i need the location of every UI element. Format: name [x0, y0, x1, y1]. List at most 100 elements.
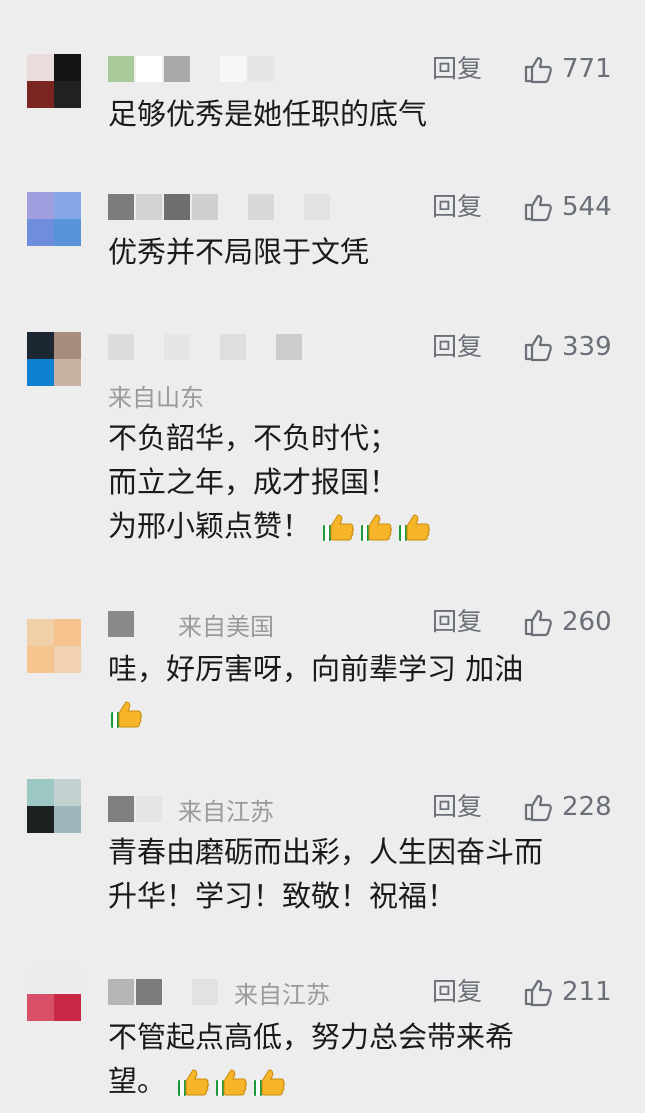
avatar-tile: [54, 332, 81, 359]
comment-text: 优秀并不局限于文凭: [108, 230, 613, 274]
username-blur-tile: [220, 334, 246, 360]
comment-text: 不负韶华，不负时代； 而立之年，成才报国！ 为邢小颖点赞！: [108, 416, 613, 548]
username-blur-tile: [164, 334, 190, 360]
username-blur-tile: [164, 979, 190, 1005]
avatar[interactable]: [27, 332, 81, 386]
thumbs-up-icon: [522, 976, 562, 1008]
thumbs-up-emoji: [396, 510, 432, 546]
thumbs-up-emoji: [320, 510, 356, 546]
username-blur-tile: [276, 194, 302, 220]
avatar-tile: [27, 619, 54, 646]
location-label: 来自美国: [178, 612, 274, 641]
username-blur-tile: [192, 979, 218, 1005]
avatar-tile: [54, 619, 81, 646]
avatar-tile: [54, 646, 81, 673]
username-blur-tile: [136, 194, 162, 220]
comment-line: 足够优秀是她任职的底气: [108, 97, 428, 131]
reply-button[interactable]: 回复: [432, 54, 482, 84]
comment-line-text: 为邢小颖点赞！: [108, 509, 312, 543]
avatar-tile: [27, 192, 54, 219]
thumbs-up-emoji: [108, 697, 144, 733]
username-blur-tile: [220, 56, 246, 82]
reply-button[interactable]: 回复: [432, 332, 482, 362]
username-blur-tile: [136, 334, 162, 360]
location-label: 来自山东: [108, 384, 204, 412]
thumbs-up-emoji: [358, 510, 394, 546]
username-blur-tile: [192, 334, 218, 360]
username-blur-tile: [164, 194, 190, 220]
reply-button[interactable]: 回复: [432, 607, 482, 637]
avatar[interactable]: [27, 619, 81, 673]
avatar-tile: [27, 646, 54, 673]
comment-text: 青春由磨砺而出彩，人生因奋斗而 升华！学习！致敬！祝福！: [108, 830, 613, 918]
avatar[interactable]: [27, 779, 81, 833]
username-blur-tile: [136, 56, 162, 82]
username-blur-tile: [136, 796, 162, 822]
username-blur-tile: [108, 334, 134, 360]
avatar-tile: [27, 81, 54, 108]
like-button[interactable]: 260: [522, 605, 612, 639]
like-button[interactable]: 339: [522, 330, 612, 364]
reply-button[interactable]: 回复: [432, 977, 482, 1007]
username-blur-tile: [108, 194, 134, 220]
thumbs-up-icon: [522, 191, 562, 223]
username-blur-tile: [164, 56, 190, 82]
username-blurred[interactable]: [108, 332, 304, 362]
avatar-tile: [27, 806, 54, 833]
username-blur-tile: [248, 56, 274, 82]
username-blur-tile: [136, 979, 162, 1005]
thumbs-up-icon: [522, 791, 562, 823]
avatar[interactable]: [27, 967, 81, 1021]
comment-line: [108, 691, 613, 735]
username-blur-tile: [248, 194, 274, 220]
comment-line: 不负韶华，不负时代；: [108, 421, 399, 455]
username-blur-tile: [304, 194, 330, 220]
avatar-tile: [54, 806, 81, 833]
comment-line: 优秀并不局限于文凭: [108, 235, 370, 269]
comment-line: 青春由磨砺而出彩，人生因奋斗而: [108, 835, 544, 869]
avatar[interactable]: [27, 54, 81, 108]
username-blur-tile: [276, 334, 302, 360]
avatar-tile: [27, 54, 54, 81]
username-blur-tile: [136, 611, 162, 637]
comment-text: 足够优秀是她任职的底气: [108, 92, 613, 136]
thumbs-up-emoji: [251, 1065, 287, 1101]
like-button[interactable]: 211: [522, 975, 612, 1009]
avatar-tile: [27, 359, 54, 386]
comment-line: 而立之年，成才报国！: [108, 465, 399, 499]
avatar-tile: [27, 967, 54, 994]
username-blur-tile: [108, 611, 134, 637]
username-blurred[interactable]: 来自美国: [108, 609, 274, 641]
reply-button[interactable]: 回复: [432, 792, 482, 822]
thumbs-up-emoji: [175, 1065, 211, 1101]
username-blurred[interactable]: 来自江苏: [108, 977, 330, 1009]
username-blurred[interactable]: [108, 192, 332, 222]
avatar-tile: [54, 192, 81, 219]
like-button[interactable]: 228: [522, 790, 612, 824]
username-blur-tile: [108, 979, 134, 1005]
like-count: 339: [562, 332, 612, 362]
like-count: 771: [562, 54, 612, 84]
username-blur-tile: [220, 194, 246, 220]
avatar-tile: [54, 994, 81, 1021]
like-count: 544: [562, 192, 612, 222]
thumbs-up-emoji-group: [108, 696, 146, 730]
like-button[interactable]: 771: [522, 52, 612, 86]
username-blurred[interactable]: [108, 54, 276, 84]
thumbs-up-emoji-group: [320, 509, 434, 543]
reply-button[interactable]: 回复: [432, 192, 482, 222]
username-blur-tile: [192, 56, 218, 82]
like-button[interactable]: 544: [522, 190, 612, 224]
avatar[interactable]: [27, 192, 81, 246]
like-count: 260: [562, 607, 612, 637]
thumbs-up-emoji: [213, 1065, 249, 1101]
avatar-tile: [27, 994, 54, 1021]
thumbs-up-emoji-group: [175, 1064, 289, 1098]
like-count: 211: [562, 977, 612, 1007]
thumbs-up-icon: [522, 606, 562, 638]
username-blurred[interactable]: 来自江苏: [108, 794, 274, 826]
avatar-tile: [27, 332, 54, 359]
comment-line: 不管起点高低，努力总会带来希: [108, 1020, 515, 1054]
comment-line: 为邢小颖点赞！: [108, 504, 613, 548]
avatar-tile: [27, 779, 54, 806]
